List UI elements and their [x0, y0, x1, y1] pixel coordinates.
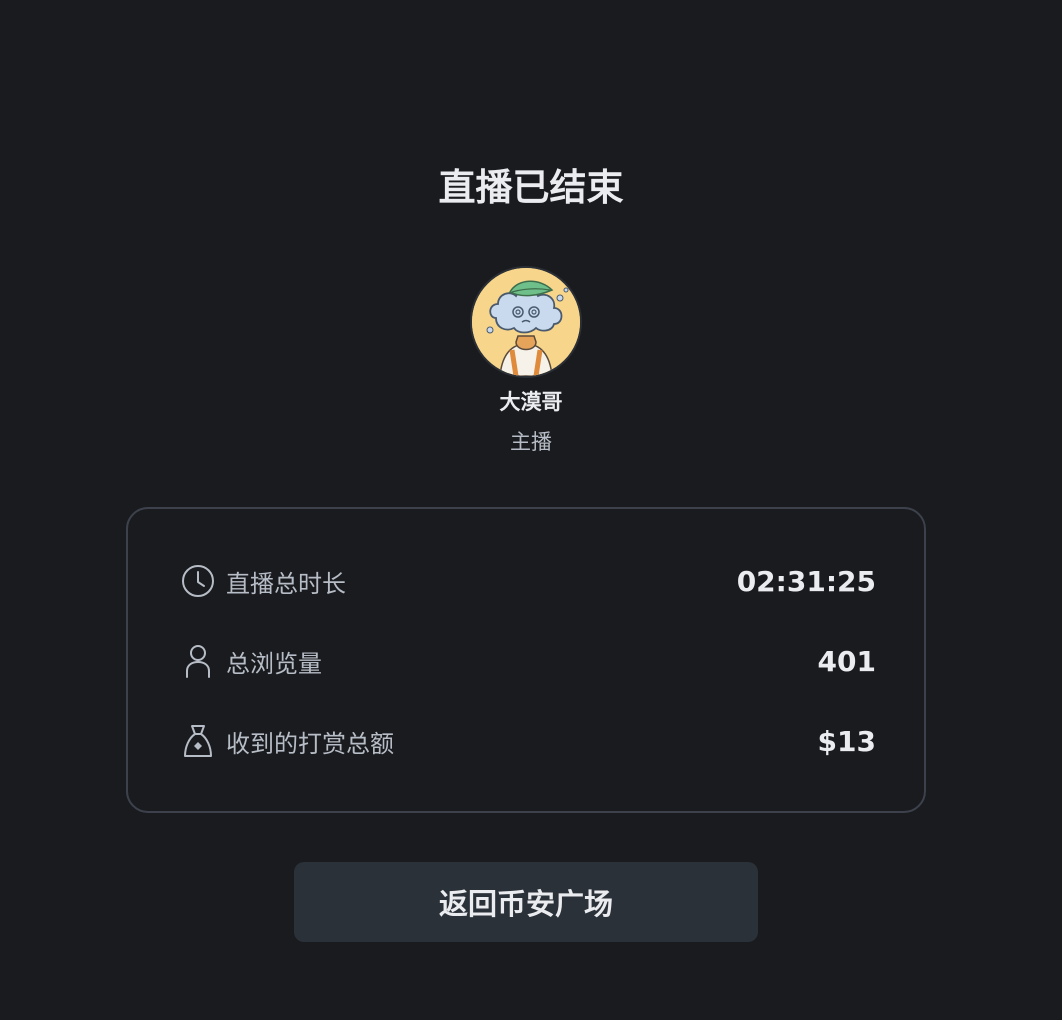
- cloud-character-avatar-icon: [472, 268, 580, 376]
- clock-icon: [180, 563, 216, 599]
- stat-label: 直播总时长: [226, 569, 346, 598]
- back-to-square-button[interactable]: 返回币安广场: [294, 862, 758, 942]
- stat-label: 总浏览量: [226, 649, 322, 678]
- stat-value: 401: [817, 644, 876, 678]
- stat-row-views: 总浏览量 401: [180, 639, 876, 683]
- host-role: 主播: [510, 430, 552, 454]
- stat-value: 02:31:25: [736, 564, 876, 598]
- host-name: 大漠哥: [499, 390, 563, 414]
- stats-card: 直播总时长 02:31:25 总浏览量 401 收到的打赏总额 $13: [126, 507, 926, 813]
- stat-value: $13: [817, 724, 876, 758]
- avatar: [470, 266, 582, 378]
- stat-row-duration: 直播总时长 02:31:25: [180, 559, 876, 603]
- user-icon: [180, 643, 216, 679]
- page-title: 直播已结束: [438, 166, 624, 209]
- stat-label: 收到的打赏总额: [226, 729, 394, 758]
- money-bag-icon: [180, 723, 216, 759]
- live-ended-page: 直播已结束 大漠哥 主播 直播总时长 02:31:25 总浏览量 401 收到的…: [0, 0, 1062, 1020]
- stat-row-tips: 收到的打赏总额 $13: [180, 719, 876, 763]
